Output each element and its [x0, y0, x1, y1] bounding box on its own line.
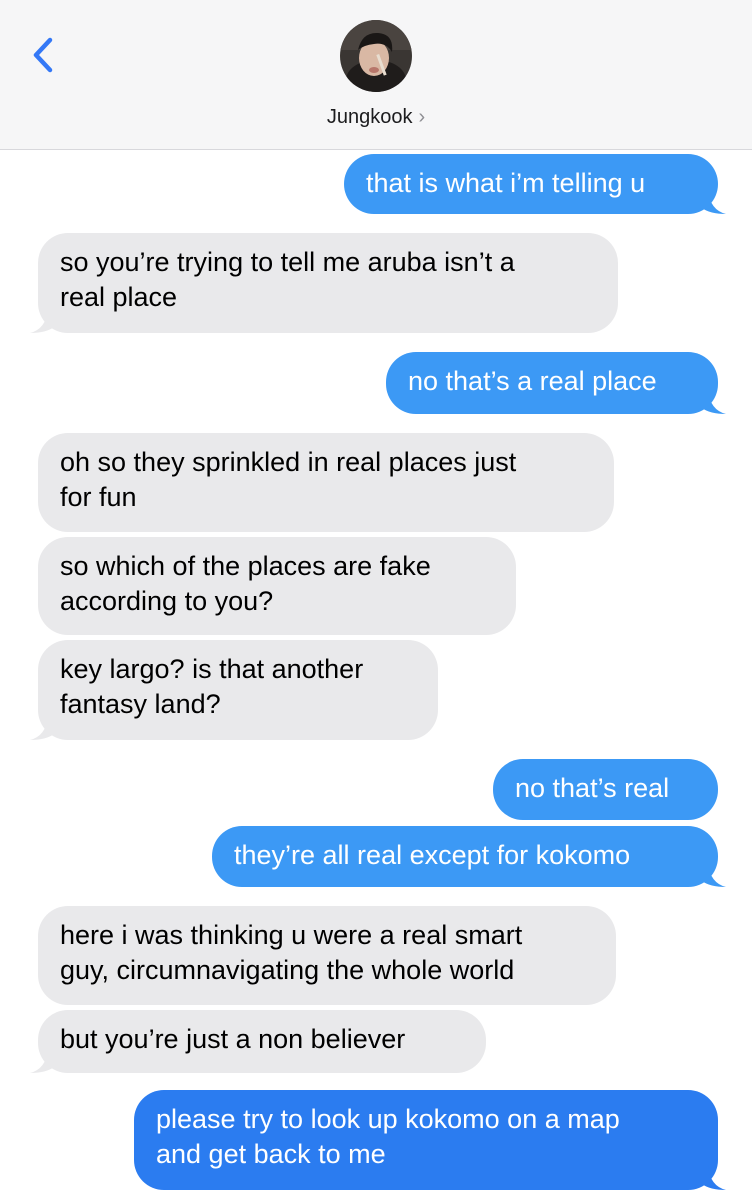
outgoing-message[interactable]: no that’s real	[493, 759, 718, 820]
message-text: that is what i’m telling u	[366, 168, 646, 198]
chevron-left-icon	[33, 37, 53, 73]
incoming-message[interactable]: key largo? is that another fantasy land?	[30, 640, 438, 740]
contact-avatar[interactable]	[340, 20, 412, 92]
incoming-message[interactable]: so which of the places are fake accordin…	[38, 537, 516, 635]
message-text: they’re all real except for kokomo	[234, 840, 631, 870]
message-text: here i was thinking u were a real smart	[60, 920, 523, 950]
bubble-tail	[702, 1166, 726, 1190]
outgoing-message[interactable]: no that’s a real place	[386, 352, 726, 414]
contact-name-button[interactable]: Jungkook ›	[0, 106, 752, 129]
outgoing-message[interactable]: that is what i’m telling u	[344, 154, 726, 214]
incoming-message[interactable]: oh so they sprinkled in real places just…	[38, 433, 614, 532]
incoming-message[interactable]: here i was thinking u were a real smart …	[38, 906, 616, 1005]
message-text: according to you?	[60, 586, 274, 616]
message-text: no that’s a real place	[408, 366, 657, 396]
bubble-tail	[702, 863, 726, 887]
bubble-tail	[702, 390, 726, 414]
back-button[interactable]	[26, 30, 66, 80]
message-text: please try to look up kokomo on a map	[156, 1104, 620, 1134]
conversation-header: Jungkook ›	[0, 0, 752, 150]
outgoing-message[interactable]: please try to look up kokomo on a map an…	[134, 1090, 726, 1190]
incoming-message[interactable]: but you’re just a non believer	[30, 1010, 486, 1073]
message-text: so which of the places are fake	[60, 551, 431, 581]
chevron-right-icon: ›	[418, 106, 426, 128]
message-text: oh so they sprinkled in real places just	[60, 447, 517, 477]
incoming-message[interactable]: so you’re trying to tell me aruba isn’t …	[30, 233, 618, 333]
message-text: real place	[60, 282, 178, 312]
message-text: for fun	[60, 482, 137, 512]
bubble-tail	[30, 309, 54, 333]
message-text: fantasy land?	[60, 689, 221, 719]
contact-name: Jungkook	[326, 106, 413, 128]
bubble-tail	[30, 1049, 54, 1073]
message-text: no that’s real	[515, 773, 670, 803]
bubble-tail	[30, 716, 54, 740]
message-text: and get back to me	[156, 1139, 386, 1169]
message-text: guy, circumnavigating the whole world	[60, 955, 515, 985]
bubble-tail	[702, 190, 726, 214]
message-text: key largo? is that another	[60, 654, 364, 684]
message-text: so you’re trying to tell me aruba isn’t …	[60, 247, 515, 277]
message-text: but you’re just a non believer	[60, 1024, 406, 1054]
outgoing-message[interactable]: they’re all real except for kokomo	[212, 826, 726, 887]
